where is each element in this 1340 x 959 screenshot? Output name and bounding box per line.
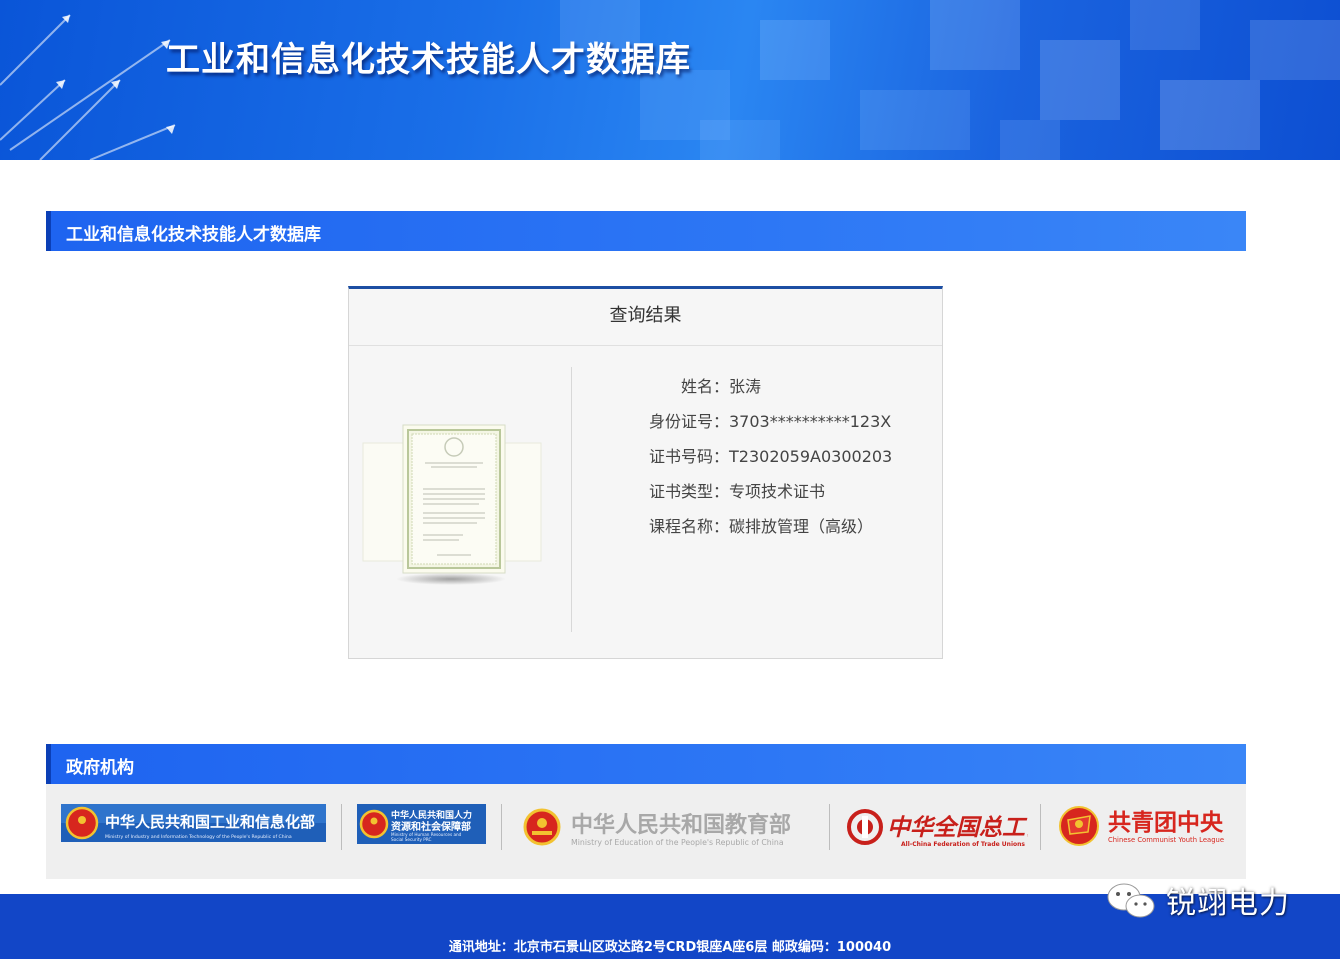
acftu-sub: All-China Federation of Trade Unions bbox=[901, 841, 1025, 848]
moe-logo[interactable]: 中华人民共和国教育部 Ministry of Education of the … bbox=[523, 804, 813, 850]
wechat-icon bbox=[1107, 883, 1155, 918]
result-row-cert-number: 证书号码：T2302059A0300203 bbox=[589, 441, 892, 476]
header-banner: 工业和信息化技术技能人才数据库 bbox=[0, 0, 1340, 160]
moe-name: 中华人民共和国教育部 bbox=[571, 812, 791, 838]
acftu-name: 中华全国总工会 bbox=[887, 814, 1028, 841]
card-divider bbox=[571, 367, 572, 632]
field-label: 证书类型： bbox=[648, 482, 729, 501]
field-value: 专项技术证书 bbox=[729, 482, 826, 501]
watermark-text: 锐翊电力 bbox=[1166, 886, 1290, 921]
logo-separator bbox=[501, 804, 502, 850]
cyl-sub: Chinese Communist Youth League bbox=[1108, 836, 1224, 844]
gov-section-header: 政府机构 bbox=[46, 744, 1246, 784]
result-row-id: 身份证号：3703**********123X bbox=[589, 406, 892, 441]
field-value: T2302059A0300203 bbox=[729, 447, 893, 466]
miit-sub: Ministry of Industry and Information Tec… bbox=[105, 834, 292, 840]
result-info: 姓名：张涛 身份证号：3703**********123X 证书号码：T2302… bbox=[589, 371, 892, 546]
mohrss-name-line1: 中华人民共和国人力 bbox=[391, 809, 472, 821]
miit-name: 中华人民共和国工业和信息化部 bbox=[105, 813, 315, 831]
field-label: 姓名： bbox=[680, 377, 729, 396]
section-header: 工业和信息化技术技能人才数据库 bbox=[46, 211, 1246, 251]
query-result-card: 查询结果 姓名：张涛 身份证号：3703**********123X 证书号码：… bbox=[348, 286, 943, 659]
result-row-name: 姓名：张涛 bbox=[589, 371, 892, 406]
result-row-cert-type: 证书类型：专项技术证书 bbox=[589, 476, 892, 511]
watermark: 锐翊电力 bbox=[1104, 878, 1290, 922]
field-value: 3703**********123X bbox=[729, 412, 892, 431]
result-row-course: 课程名称：碳排放管理（高级） bbox=[589, 511, 892, 546]
miit-logo[interactable]: 中华人民共和国工业和信息化部 Ministry of Industry and … bbox=[61, 804, 326, 842]
acftu-logo[interactable]: 中华全国总工会 All-China Federation of Trade Un… bbox=[846, 804, 1028, 850]
field-label: 课程名称： bbox=[648, 517, 729, 536]
field-value: 张涛 bbox=[729, 377, 762, 396]
gov-section-title: 政府机构 bbox=[66, 758, 134, 778]
footer-address: 通讯地址：北京市石景山区政达路2号CRD银座A座6层 邮政编码：100040 bbox=[448, 940, 892, 955]
certificate-image bbox=[362, 424, 542, 585]
cyl-name: 共青团中央 bbox=[1108, 810, 1224, 836]
mohrss-logo[interactable]: 中华人民共和国人力 资源和社会保障部 Ministry of Human Res… bbox=[357, 804, 486, 844]
cyl-logo[interactable]: 共青团中央 Chinese Communist Youth League bbox=[1058, 802, 1228, 850]
field-label: 证书号码： bbox=[648, 447, 729, 466]
field-label: 身份证号： bbox=[648, 412, 729, 431]
mohrss-sub-line2: Social Security PRC bbox=[391, 837, 431, 842]
section-title: 工业和信息化技术技能人才数据库 bbox=[66, 225, 321, 245]
gov-logos: 中华人民共和国工业和信息化部 Ministry of Industry and … bbox=[46, 784, 1246, 879]
logo-separator bbox=[1040, 804, 1041, 850]
result-title: 查询结果 bbox=[349, 289, 942, 346]
banner-title: 工业和信息化技术技能人才数据库 bbox=[166, 40, 691, 80]
logo-separator bbox=[341, 804, 342, 850]
moe-sub: Ministry of Education of the People's Re… bbox=[571, 838, 784, 847]
logo-separator bbox=[829, 804, 830, 850]
field-value: 碳排放管理（高级） bbox=[729, 517, 874, 536]
